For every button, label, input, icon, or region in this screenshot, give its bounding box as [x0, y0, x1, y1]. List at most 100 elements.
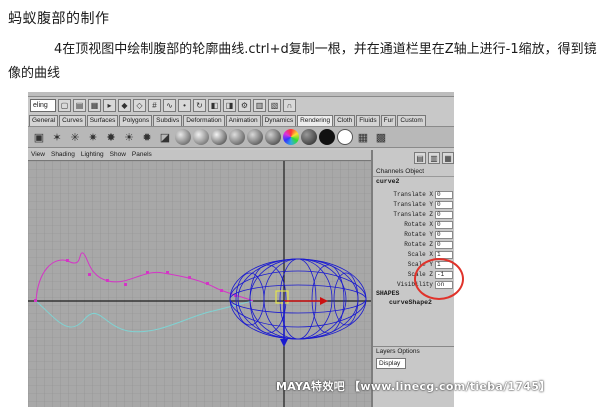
- scale-highlight-circle: [414, 258, 464, 300]
- spot-light-icon[interactable]: ✶: [49, 129, 65, 145]
- select-hierarchy-icon[interactable]: ▸: [103, 99, 116, 112]
- shelf-tab-deformation[interactable]: Deformation: [183, 115, 225, 126]
- save-scene-icon[interactable]: ▦: [88, 99, 101, 112]
- shelf-tab-polygons[interactable]: Polygons: [119, 115, 153, 126]
- menu-set-select[interactable]: eling: [30, 99, 56, 112]
- render-settings-icon[interactable]: ⚙: [238, 99, 251, 112]
- channel-box-settings-icon[interactable]: ▦: [442, 152, 454, 164]
- snap-grid-icon[interactable]: #: [148, 99, 161, 112]
- attr-label: Rotate Y: [404, 231, 433, 238]
- layers-menu-layers[interactable]: Layers: [376, 348, 396, 355]
- layers-menu-options[interactable]: Options: [397, 348, 419, 355]
- phonge-material-icon[interactable]: [229, 129, 245, 145]
- article-paragraph: 4在顶视图中绘制腹部的轮廓曲线.ctrl+d复制一根，并在通道栏里在Z轴上进行-…: [8, 38, 604, 86]
- point-light-icon[interactable]: ✷: [85, 129, 101, 145]
- viewport-menu-panels[interactable]: Panels: [132, 150, 152, 160]
- channel-box-node-name: curve2: [376, 178, 400, 185]
- attr-row-rotate-z: Rotate Z 0: [373, 240, 454, 249]
- batch-render-icon[interactable]: ▩: [373, 129, 389, 145]
- new-scene-icon[interactable]: ▢: [58, 99, 71, 112]
- channel-box-menu: Channels Object: [373, 167, 454, 177]
- history-icon[interactable]: ↻: [193, 99, 206, 112]
- area-light-icon[interactable]: ✸: [103, 129, 119, 145]
- show-attribute-editor-icon[interactable]: ▥: [253, 99, 266, 112]
- article-paragraph-text: 4在顶视图中绘制腹部的轮廓曲线.ctrl+d复制一根，并在通道栏里在Z轴上进行-…: [8, 42, 597, 81]
- attr-value-field[interactable]: 0: [435, 190, 453, 199]
- attr-label: Translate Z: [393, 211, 433, 218]
- attr-value-field[interactable]: 0: [435, 240, 453, 249]
- watermark: MAYA特效吧 【www.linecg.com/tieba/1745】: [276, 380, 551, 393]
- directional-light-icon[interactable]: ✳: [67, 129, 83, 145]
- camera-icon[interactable]: ▣: [31, 129, 47, 145]
- channel-box-layer-icon[interactable]: ▥: [428, 152, 440, 164]
- shelf-tab-rendering[interactable]: Rendering: [297, 115, 334, 126]
- rendering-shelf: ▣ ✶ ✳ ✷ ✸ ☀ ✹ ◪ ▦ ▩: [28, 126, 454, 148]
- attr-row-translate-z: Translate Z 0: [373, 210, 454, 219]
- shapes-heading: SHAPES: [376, 290, 400, 297]
- open-scene-icon[interactable]: ▤: [73, 99, 86, 112]
- surface-shader-icon[interactable]: [319, 129, 335, 145]
- shape-node-name[interactable]: curveShape2: [389, 299, 432, 306]
- attr-label: Rotate Z: [404, 241, 433, 248]
- attr-label: Scale X: [407, 251, 433, 258]
- attr-row-rotate-x: Rotate X 0: [373, 220, 454, 229]
- viewport-menu-lighting[interactable]: Lighting: [81, 150, 104, 160]
- shelf-tab-fur[interactable]: Fur: [380, 115, 397, 126]
- anisotropic-material-icon[interactable]: [247, 129, 263, 145]
- use-background-icon[interactable]: [337, 129, 353, 145]
- viewport-menu: View Shading Lighting Show Panels: [28, 150, 371, 161]
- select-component-icon[interactable]: ◇: [133, 99, 146, 112]
- layers-menu: Layers Options: [373, 346, 454, 356]
- ramp-material-icon[interactable]: [283, 129, 299, 145]
- viewport-grid[interactable]: [28, 161, 371, 407]
- render-view-icon[interactable]: ▦: [355, 129, 371, 145]
- attr-value-field[interactable]: 0: [435, 220, 453, 229]
- blinn-material-icon[interactable]: [193, 129, 209, 145]
- article-heading: 蚂蚁腹部的制作: [8, 11, 110, 27]
- shelf-tab-cloth[interactable]: Cloth: [334, 115, 356, 126]
- viewport-menu-view[interactable]: View: [31, 150, 45, 160]
- attr-row-rotate-y: Rotate Y 0: [373, 230, 454, 239]
- magnet-icon[interactable]: ∩: [283, 99, 296, 112]
- render-icon[interactable]: ◧: [208, 99, 221, 112]
- shelf-tab-custom[interactable]: Custom: [397, 115, 426, 126]
- select-object-icon[interactable]: ◆: [118, 99, 131, 112]
- attr-row-translate-x: Translate X 0: [373, 190, 454, 199]
- viewport-menu-show[interactable]: Show: [110, 150, 126, 160]
- top-viewport[interactable]: View Shading Lighting Show Panels: [28, 150, 371, 407]
- attr-label: Translate Y: [393, 201, 433, 208]
- shelf-tab-subdivs[interactable]: Subdivs: [153, 115, 183, 126]
- shelf-tab-fluids[interactable]: Fluids: [356, 115, 380, 126]
- attr-label: Translate X: [393, 191, 433, 198]
- viewport-menu-shading[interactable]: Shading: [51, 150, 75, 160]
- shelf-tab-curves[interactable]: Curves: [59, 115, 86, 126]
- ipr-render-icon[interactable]: ◨: [223, 99, 236, 112]
- lambert-material-icon[interactable]: [175, 129, 191, 145]
- volume-light-icon[interactable]: ✹: [139, 129, 155, 145]
- phong-material-icon[interactable]: [211, 129, 227, 145]
- maya-screenshot: eling ▢ ▤ ▦ ▸ ◆ ◇ # ∿ • ↻ ◧ ◨ ⚙ ▥ ▧ ∩ Ge…: [28, 92, 454, 407]
- ambient-light-icon[interactable]: ☀: [121, 129, 137, 145]
- attr-value-field[interactable]: 0: [435, 230, 453, 239]
- attr-value-field[interactable]: 0: [435, 200, 453, 209]
- layered-material-icon[interactable]: [265, 129, 281, 145]
- channel-box-menu-channels[interactable]: Channels: [376, 168, 403, 175]
- status-line: eling ▢ ▤ ▦ ▸ ◆ ◇ # ∿ • ↻ ◧ ◨ ⚙ ▥ ▧ ∩: [28, 97, 454, 114]
- shelf-tab-dynamics[interactable]: Dynamics: [261, 115, 297, 126]
- snap-curve-icon[interactable]: ∿: [163, 99, 176, 112]
- hypershade-icon[interactable]: ◪: [157, 129, 173, 145]
- show-channel-box-icon[interactable]: ▧: [268, 99, 281, 112]
- shelf-tabs: General Curves Surfaces Polygons Subdivs…: [28, 114, 454, 126]
- shelf-tab-surfaces[interactable]: Surfaces: [86, 115, 119, 126]
- channel-box-menu-object[interactable]: Object: [405, 168, 424, 175]
- layer-display-select[interactable]: Display: [376, 358, 406, 369]
- attr-label: Rotate X: [404, 221, 433, 228]
- snap-point-icon[interactable]: •: [178, 99, 191, 112]
- shelf-tab-general[interactable]: General: [29, 115, 59, 126]
- channel-box-toolbar: ▤ ▥ ▦: [373, 150, 454, 166]
- attr-value-field[interactable]: 0: [435, 210, 453, 219]
- shelf-tab-animation[interactable]: Animation: [225, 115, 261, 126]
- attr-row-translate-y: Translate Y 0: [373, 200, 454, 209]
- channel-box-mode-icon[interactable]: ▤: [414, 152, 426, 164]
- shading-map-icon[interactable]: [301, 129, 317, 145]
